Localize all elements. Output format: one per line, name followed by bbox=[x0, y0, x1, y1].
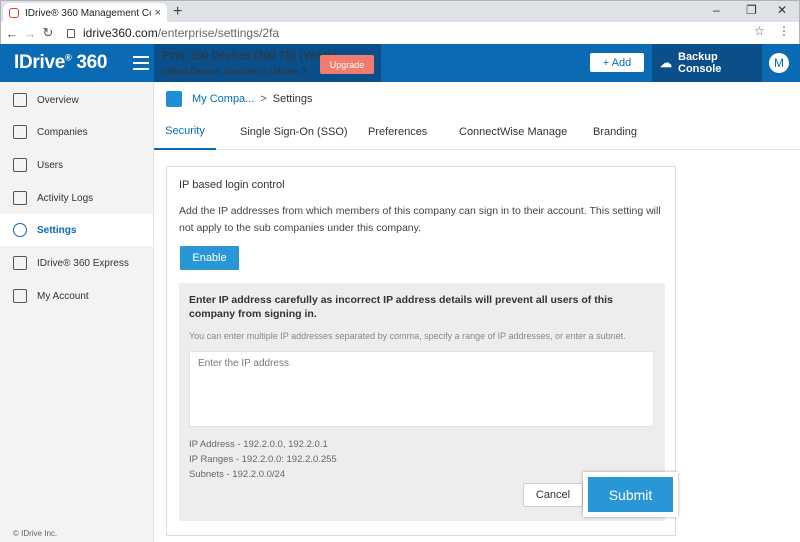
card-description: Add the IP addresses from which members … bbox=[179, 205, 661, 234]
express-icon bbox=[13, 256, 27, 270]
new-tab-button[interactable]: + bbox=[173, 3, 182, 21]
breadcrumb-company-link[interactable]: My Compa... bbox=[192, 93, 254, 105]
reload-icon[interactable]: ↻ bbox=[39, 25, 57, 41]
card-title: IP based login control bbox=[179, 179, 285, 191]
users-icon bbox=[13, 158, 27, 172]
url-host: idrive360.com bbox=[83, 26, 158, 40]
sidebar-item-overview[interactable]: Overview bbox=[0, 84, 153, 116]
sidebar-item-my-account[interactable]: My Account bbox=[0, 280, 153, 312]
sidebar-item-label: Overview bbox=[37, 94, 79, 106]
hamburger-menu-icon[interactable] bbox=[133, 56, 149, 74]
cancel-button[interactable]: Cancel bbox=[523, 483, 583, 507]
sidebar-item-label: Settings bbox=[37, 224, 77, 236]
hint-text: You can enter multiple IP addresses sepa… bbox=[189, 331, 626, 341]
submit-button[interactable]: Submit bbox=[588, 477, 673, 512]
browser-tabstrip: IDrive® 360 Management Conso × + – ❐ ✕ bbox=[0, 0, 800, 23]
minimize-icon[interactable]: – bbox=[713, 3, 720, 17]
tab-connectwise[interactable]: ConnectWise Manage bbox=[459, 114, 567, 150]
sidebar: Overview Companies Users Activity Logs S… bbox=[0, 82, 154, 542]
sidebar-item-label: My Account bbox=[37, 290, 89, 302]
breadcrumb-separator: > bbox=[260, 93, 267, 105]
tab-preferences[interactable]: Preferences bbox=[368, 114, 427, 150]
close-tab-icon[interactable]: × bbox=[155, 7, 161, 19]
ip-examples: IP Address - 192.2.0.0, 192.2.0.1 IP Ran… bbox=[189, 437, 337, 482]
close-window-icon[interactable]: ✕ bbox=[777, 3, 787, 17]
maximize-icon[interactable]: ❐ bbox=[746, 3, 757, 17]
avatar[interactable]: M bbox=[769, 53, 789, 73]
sidebar-item-settings[interactable]: Settings bbox=[0, 214, 153, 246]
example-ip-range: IP Ranges - 192.2.0.0: 192.2.0.255 bbox=[189, 454, 337, 465]
idrive-360-logo[interactable]: IDrive® 360 bbox=[14, 52, 107, 74]
building-icon bbox=[166, 91, 182, 107]
lock-icon bbox=[67, 28, 75, 38]
backup-console-label: Backup Console bbox=[678, 51, 722, 75]
activity-logs-icon bbox=[13, 191, 27, 205]
sidebar-item-express[interactable]: IDrive® 360 Express bbox=[0, 247, 153, 279]
ip-address-input[interactable] bbox=[189, 351, 654, 427]
sidebar-item-companies[interactable]: Companies bbox=[0, 116, 153, 148]
upgrade-button[interactable]: Upgrade bbox=[320, 55, 374, 74]
overview-icon bbox=[13, 93, 27, 107]
tab-branding[interactable]: Branding bbox=[593, 114, 637, 150]
add-button[interactable]: + Add bbox=[590, 53, 644, 72]
url-path: /enterprise/settings/2fa bbox=[157, 26, 280, 40]
sidebar-item-users[interactable]: Users bbox=[0, 149, 153, 181]
companies-icon bbox=[13, 125, 27, 139]
user-icon bbox=[13, 289, 27, 303]
copyright: © IDrive Inc. bbox=[13, 529, 58, 538]
bookmark-star-icon[interactable]: ☆ bbox=[754, 24, 765, 38]
back-icon[interactable]: ← bbox=[3, 26, 21, 41]
sidebar-item-label: Activity Logs bbox=[37, 192, 94, 204]
browser-menu-icon[interactable]: ⋮ bbox=[778, 24, 790, 38]
sidebar-item-label: Users bbox=[37, 159, 64, 171]
browser-tab-title: IDrive® 360 Management Conso bbox=[25, 7, 151, 19]
sidebar-item-label: IDrive® 360 Express bbox=[37, 257, 129, 269]
browser-toolbar: ← → ↻ idrive360.com/enterprise/settings/… bbox=[0, 22, 800, 44]
sidebar-item-label: Companies bbox=[37, 126, 88, 138]
address-bar[interactable]: idrive360.com/enterprise/settings/2fa bbox=[67, 24, 767, 42]
enable-button[interactable]: Enable bbox=[180, 246, 239, 270]
backup-console-button[interactable]: ☁ Backup Console bbox=[652, 44, 762, 82]
forward-icon[interactable]: → bbox=[21, 26, 39, 41]
settings-tabs: Security Single Sign-On (SSO) Preference… bbox=[154, 114, 800, 150]
idrive-favicon-icon bbox=[9, 8, 19, 18]
submit-focus-ring: Submit bbox=[583, 472, 678, 517]
usage-line: Utilized Devices: Computer: 4 | Mobile: … bbox=[162, 67, 307, 76]
gear-icon bbox=[13, 223, 27, 237]
sidebar-item-activity-logs[interactable]: Activity Logs bbox=[0, 182, 153, 214]
cloud-icon: ☁ bbox=[660, 56, 672, 70]
warning-text: Enter IP address carefully as incorrect … bbox=[189, 294, 613, 320]
example-ip-address: IP Address - 192.2.0.0, 192.2.0.1 bbox=[189, 439, 328, 450]
browser-tab[interactable]: IDrive® 360 Management Conso × bbox=[3, 3, 167, 23]
tab-sso[interactable]: Single Sign-On (SSO) bbox=[240, 114, 348, 150]
breadcrumb-current: Settings bbox=[272, 93, 313, 105]
example-subnet: Subnets - 192.2.0.0/24 bbox=[189, 469, 286, 480]
plan-line: Plan: 300 Devices (300 TB) (Yearly) bbox=[162, 50, 337, 62]
plan-info: Plan: 300 Devices (300 TB) (Yearly) Util… bbox=[154, 44, 381, 82]
tab-security[interactable]: Security bbox=[154, 114, 216, 150]
breadcrumb: My Compa... > Settings bbox=[166, 89, 313, 109]
